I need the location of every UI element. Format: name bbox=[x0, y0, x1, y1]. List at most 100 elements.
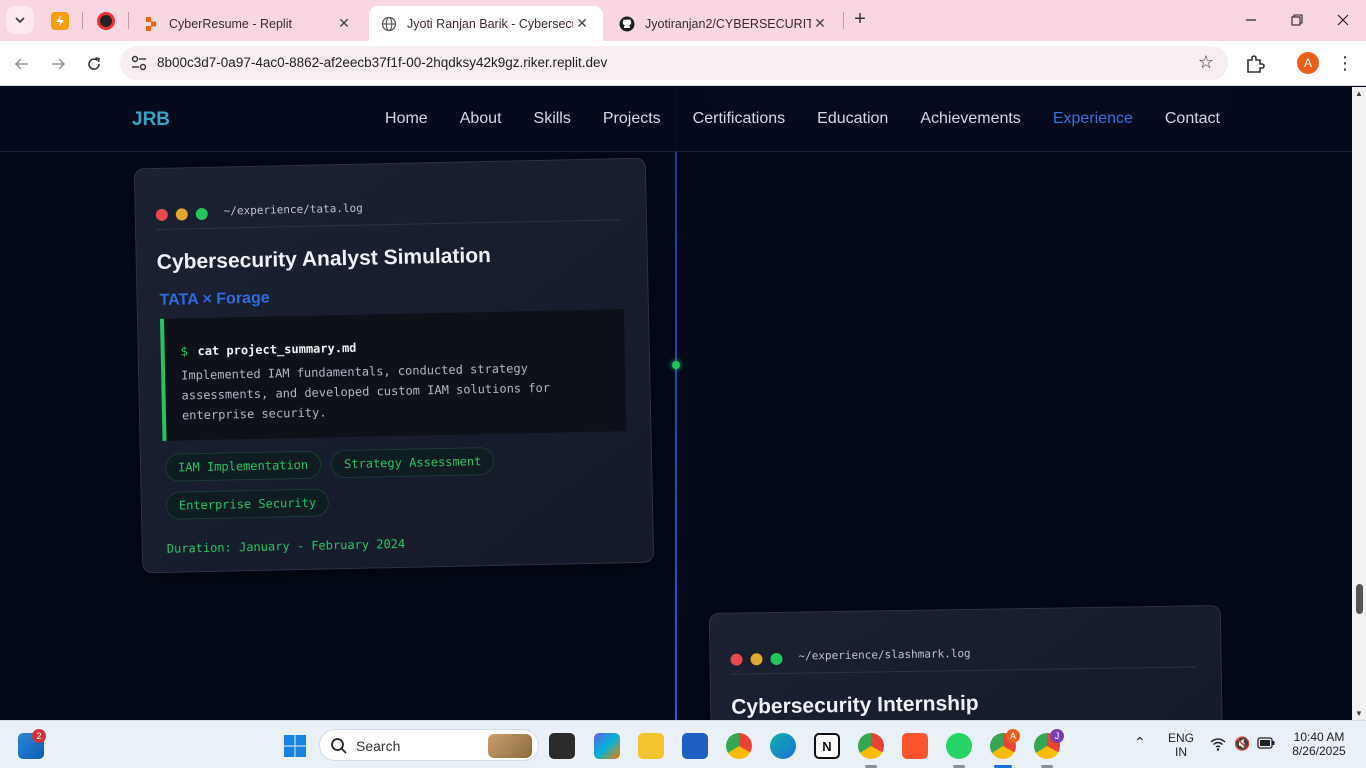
restore-icon bbox=[1291, 14, 1303, 26]
card-file-path: ~/experience/slashmark.log bbox=[798, 646, 971, 663]
profile-avatar[interactable]: A bbox=[1297, 52, 1319, 74]
divider bbox=[156, 219, 623, 230]
copilot-icon[interactable] bbox=[594, 733, 620, 759]
yellow-dot-icon bbox=[750, 653, 763, 666]
skill-tags: IAM Implementation Strategy Assessment E… bbox=[164, 445, 566, 520]
divider bbox=[730, 666, 1197, 675]
taskbar-search[interactable]: Search bbox=[319, 729, 539, 761]
tab-title: Jyotiranjan2/CYBERSECURITY-P bbox=[645, 16, 811, 31]
scrollbar-thumb[interactable] bbox=[1356, 584, 1363, 614]
scroll-up-icon[interactable]: ▲ bbox=[1355, 89, 1363, 98]
chevron-down-icon bbox=[15, 17, 25, 24]
new-tab-button[interactable]: + bbox=[850, 9, 870, 30]
experience-company: TATA × Forage bbox=[159, 289, 270, 309]
notion-icon[interactable]: N bbox=[814, 733, 840, 759]
chrome-profile-icon[interactable] bbox=[858, 733, 884, 759]
search-highlight-image bbox=[488, 734, 532, 758]
arrow-left-icon bbox=[14, 58, 28, 70]
battery-icon[interactable] bbox=[1257, 737, 1275, 752]
pinned-tab-1[interactable] bbox=[47, 8, 73, 34]
tray-chevron-icon[interactable]: ⌃ bbox=[1134, 735, 1146, 749]
clock-time: 10:40 AM bbox=[1293, 730, 1345, 744]
reload-button[interactable] bbox=[80, 50, 108, 78]
windows-taskbar: 2 Search N A J ⌃ ENG IN 🔇 10:40 AM 8/26/… bbox=[0, 720, 1366, 768]
scroll-down-icon[interactable]: ▼ bbox=[1355, 709, 1363, 718]
profile-badge-a: A bbox=[1006, 729, 1020, 743]
profile-badge-j: J bbox=[1050, 729, 1064, 743]
nav-about[interactable]: About bbox=[460, 110, 502, 128]
volume-muted-icon[interactable]: 🔇 bbox=[1234, 737, 1250, 751]
nav-experience[interactable]: Experience bbox=[1053, 110, 1133, 128]
skill-tag: Strategy Assessment bbox=[330, 446, 495, 479]
tab-separator bbox=[128, 12, 129, 29]
wifi-icon[interactable] bbox=[1210, 737, 1226, 754]
minimize-button[interactable] bbox=[1228, 0, 1274, 40]
nav-skills[interactable]: Skills bbox=[534, 110, 571, 128]
language-indicator[interactable]: ENG IN bbox=[1166, 731, 1196, 759]
terminal-block: $ cat project_summary.md Implemented IAM… bbox=[159, 309, 627, 441]
window-dots bbox=[155, 207, 208, 221]
pinned-tab-2[interactable] bbox=[93, 8, 119, 34]
address-bar[interactable]: 8b00c3d7-0a97-4ac0-8862-af2eecb37f1f-00-… bbox=[120, 46, 1228, 80]
tab-jyoti-portfolio[interactable]: Jyoti Ranjan Barik - Cybersecuri ✕ bbox=[369, 6, 603, 41]
forward-button[interactable] bbox=[44, 50, 72, 78]
close-tab-icon[interactable]: ✕ bbox=[811, 15, 829, 33]
nav-certifications[interactable]: Certifications bbox=[693, 110, 785, 128]
terminal-command: cat project_summary.md bbox=[197, 340, 357, 359]
tab-cyberresume-replit[interactable]: CyberResume - Replit ✕ bbox=[131, 6, 365, 41]
chrome-icon[interactable] bbox=[726, 733, 752, 759]
edge-icon[interactable] bbox=[770, 733, 796, 759]
region-code: IN bbox=[1175, 745, 1187, 759]
timeline-dot bbox=[672, 361, 680, 369]
bookmark-star-icon[interactable]: ☆ bbox=[1198, 52, 1214, 73]
minimize-icon bbox=[1246, 19, 1256, 21]
close-icon bbox=[1337, 14, 1349, 26]
reload-icon bbox=[88, 57, 100, 70]
terminal-prompt: $ bbox=[180, 344, 189, 359]
whatsapp-icon[interactable] bbox=[946, 733, 972, 759]
replit-icon bbox=[146, 16, 156, 31]
clock[interactable]: 10:40 AM 8/26/2025 bbox=[1286, 730, 1352, 758]
language-code: ENG bbox=[1167, 731, 1194, 745]
nav-home[interactable]: Home bbox=[385, 110, 428, 128]
experience-title: Cybersecurity Internship bbox=[731, 691, 979, 719]
tab-separator bbox=[82, 12, 83, 29]
tab-github-repo[interactable]: Jyotiranjan2/CYBERSECURITY-P ✕ bbox=[607, 6, 841, 41]
notification-badge: 2 bbox=[32, 729, 46, 743]
nav-education[interactable]: Education bbox=[817, 110, 888, 128]
globe-icon bbox=[381, 16, 397, 31]
clock-date: 8/26/2025 bbox=[1292, 744, 1346, 758]
experience-summary: Implemented IAM fundamentals, conducted … bbox=[181, 361, 551, 423]
page-scrollbar[interactable]: ▲ ▼ bbox=[1352, 87, 1366, 720]
extensions-icon[interactable] bbox=[1243, 52, 1267, 76]
nav-projects[interactable]: Projects bbox=[603, 110, 661, 128]
more-menu-icon[interactable]: ⋮ bbox=[1336, 50, 1354, 76]
tab-title: Jyoti Ranjan Barik - Cybersecuri bbox=[407, 16, 573, 31]
experience-card-tata: ~/experience/tata.log Cybersecurity Anal… bbox=[133, 157, 655, 574]
microsoft-store-icon[interactable] bbox=[682, 733, 708, 759]
windows-start-icon[interactable] bbox=[282, 733, 308, 759]
bolt-icon bbox=[51, 12, 69, 30]
experience-timeline-line bbox=[675, 87, 677, 720]
nav-contact[interactable]: Contact bbox=[1165, 110, 1220, 128]
close-window-button[interactable] bbox=[1320, 0, 1366, 40]
github-icon bbox=[619, 16, 635, 31]
restore-button[interactable] bbox=[1274, 0, 1320, 40]
nav-achievements[interactable]: Achievements bbox=[920, 110, 1021, 128]
skill-tag: IAM Implementation bbox=[164, 450, 322, 482]
record-icon bbox=[97, 12, 115, 30]
close-tab-icon[interactable]: ✕ bbox=[335, 15, 353, 33]
file-explorer-icon[interactable] bbox=[638, 733, 664, 759]
tab-search-button[interactable] bbox=[6, 6, 34, 34]
close-tab-icon[interactable]: ✕ bbox=[573, 15, 591, 33]
brave-icon[interactable] bbox=[902, 733, 928, 759]
experience-title: Cybersecurity Analyst Simulation bbox=[156, 243, 492, 274]
site-info-icon[interactable] bbox=[130, 54, 148, 72]
green-dot-icon bbox=[770, 652, 783, 666]
task-view-icon[interactable] bbox=[549, 733, 575, 759]
portfolio-page: ~/experience/tata.log Cybersecurity Anal… bbox=[0, 87, 1352, 720]
skill-tag: Enterprise Security bbox=[165, 488, 330, 520]
site-logo[interactable]: JRB bbox=[132, 109, 170, 131]
back-button[interactable] bbox=[8, 50, 36, 78]
window-dots bbox=[730, 652, 783, 666]
